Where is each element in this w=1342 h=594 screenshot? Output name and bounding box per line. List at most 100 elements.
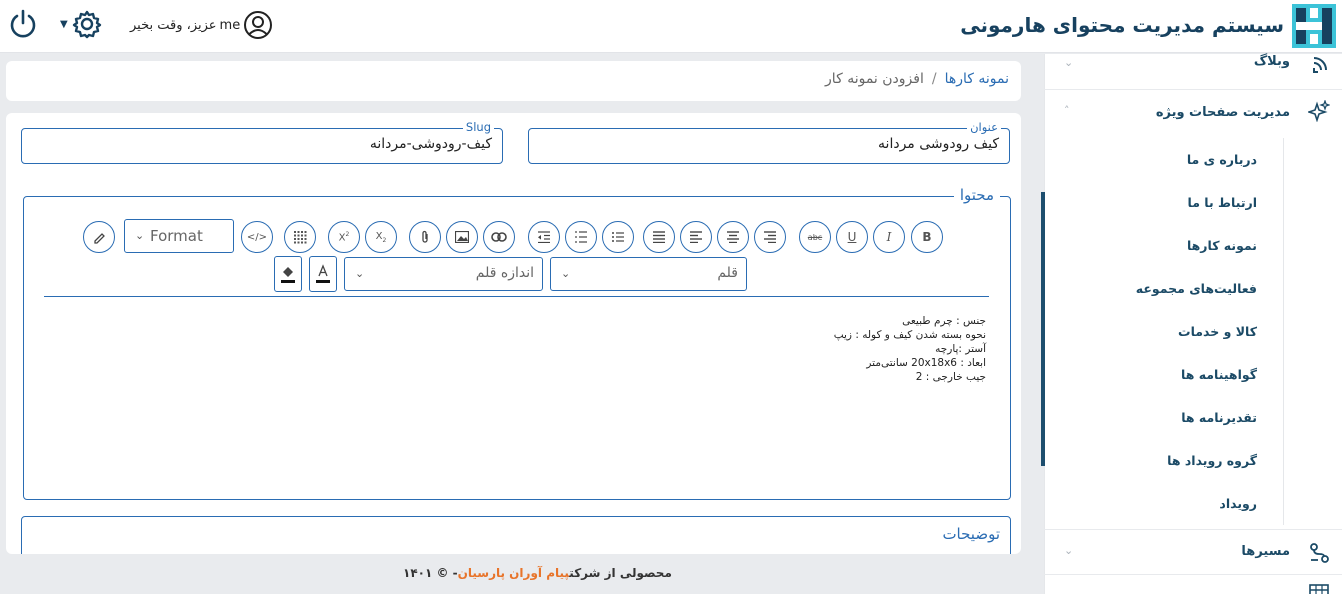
sidebar-subitem-event[interactable]: رویداد bbox=[1104, 482, 1283, 525]
sidebar-subitem-about[interactable]: درباره ی ما bbox=[1104, 138, 1283, 181]
align-center-icon bbox=[727, 231, 739, 243]
font-size-select-value: اندازه قلم bbox=[475, 265, 534, 281]
align-right-button[interactable] bbox=[754, 221, 786, 253]
editor-line: نحوه بسته شدن کیف و کوله : زیپ bbox=[833, 329, 986, 341]
format-select-value: Format bbox=[150, 227, 203, 245]
editor-line: ابعاد : 20x18x6 سانتی‌متر bbox=[866, 357, 986, 369]
editor-divider bbox=[44, 296, 989, 297]
editor-line: جنس : چرم طبیعی bbox=[902, 315, 986, 327]
title-label: عنوان bbox=[967, 120, 1001, 134]
editor-content-area[interactable]: جنس : چرم طبیعی نحوه بسته شدن کیف و کوله… bbox=[834, 314, 986, 384]
source-code-button[interactable]: </> bbox=[241, 221, 273, 253]
editor-line: آستر :پارچه bbox=[935, 343, 986, 355]
strikethrough-icon: abc bbox=[807, 232, 823, 242]
breadcrumb-card: نمونه کارها / افزودن نمونه کار bbox=[6, 61, 1021, 101]
chevron-down-icon: ⌄ bbox=[561, 267, 571, 280]
sidebar-item-label: وبلاگ bbox=[1253, 54, 1290, 69]
sidebar-subitem-contact[interactable]: ارتباط با ما bbox=[1104, 181, 1283, 224]
align-justify-icon bbox=[653, 231, 665, 243]
chevron-down-icon: ⌄ bbox=[355, 267, 365, 280]
user-avatar-icon bbox=[244, 11, 273, 39]
superscript-button[interactable]: X2 bbox=[328, 221, 360, 253]
chevron-down-icon: ⌄ bbox=[135, 229, 145, 242]
footer-text: محصولی از شرکتپیام آوران پارسیان- © ۱۴۰۱ bbox=[403, 566, 672, 580]
grid-icon bbox=[1309, 584, 1329, 594]
underline-button[interactable]: U bbox=[836, 221, 868, 253]
gear-icon bbox=[72, 10, 101, 39]
font-size-select[interactable]: اندازه قلم ⌄ bbox=[344, 257, 543, 291]
eraser-icon bbox=[94, 233, 105, 244]
align-right-icon bbox=[764, 231, 776, 243]
background-color-button[interactable] bbox=[274, 256, 302, 292]
form-card: عنوان کیف رودوشی مردانه Slug کیف-رودوشی-… bbox=[6, 113, 1021, 554]
format-select[interactable]: ⌄ Format bbox=[124, 219, 234, 253]
special-pages-submenu: درباره ی ما ارتباط با ما نمونه کارها فعا… bbox=[1104, 138, 1284, 525]
link-button[interactable] bbox=[483, 221, 515, 253]
superscript-icon: X2 bbox=[338, 230, 350, 244]
table-icon bbox=[294, 231, 307, 244]
sparkles-icon bbox=[1308, 100, 1330, 122]
subscript-icon: X2 bbox=[375, 230, 387, 244]
bullet-list-icon bbox=[612, 232, 624, 242]
clear-format-button[interactable] bbox=[83, 221, 115, 253]
image-icon bbox=[455, 231, 469, 243]
editor-line: جیب خارجی : 2 bbox=[915, 371, 986, 383]
sidebar-item-special-pages[interactable]: مدیریت صفحات ویژه ˄ bbox=[1044, 90, 1342, 130]
footer-prefix: محصولی از شرکت bbox=[569, 566, 672, 580]
description-label: توضیحات bbox=[942, 525, 1000, 543]
sidebar-subitem-products[interactable]: کالا و خدمات bbox=[1104, 310, 1283, 353]
content-label: محتوا bbox=[953, 186, 1000, 204]
caret-down-icon: ▼ bbox=[60, 18, 68, 30]
chevron-down-icon: ⌄ bbox=[1064, 56, 1074, 69]
chevron-down-icon: ⌄ bbox=[1064, 544, 1074, 557]
numbered-list-button[interactable] bbox=[565, 221, 597, 253]
outdent-icon bbox=[538, 231, 550, 243]
align-center-button[interactable] bbox=[717, 221, 749, 253]
code-icon: </> bbox=[246, 231, 268, 243]
sidebar-subitem-certificates[interactable]: گواهینامه ها bbox=[1104, 353, 1283, 396]
table-button[interactable] bbox=[284, 221, 316, 253]
sidebar-subitem-portfolio[interactable]: نمونه کارها bbox=[1104, 224, 1283, 267]
align-left-button[interactable] bbox=[680, 221, 712, 253]
link-icon bbox=[491, 232, 507, 242]
underline-icon: U bbox=[847, 230, 857, 244]
paperclip-icon bbox=[422, 230, 428, 243]
sidebar-scrollbar[interactable] bbox=[1041, 192, 1045, 466]
title-input-value[interactable]: کیف رودوشی مردانه bbox=[878, 136, 999, 152]
app-title: سیستم مدیریت محتوای هارمونی bbox=[960, 13, 1284, 37]
italic-icon: I bbox=[886, 230, 892, 244]
sidebar-item-routes[interactable]: مسیرها ⌄ bbox=[1044, 529, 1342, 575]
sidebar-subitem-activities[interactable]: فعالیت‌های مجموعه bbox=[1104, 267, 1283, 310]
align-left-icon bbox=[690, 231, 702, 243]
user-menu[interactable]: عزیز، وقت بخیر me bbox=[130, 10, 273, 40]
slug-label: Slug bbox=[462, 120, 494, 134]
strikethrough-button[interactable]: abc bbox=[799, 221, 831, 253]
app-logo[interactable] bbox=[1292, 4, 1336, 48]
text-color-button[interactable] bbox=[309, 256, 337, 292]
image-button[interactable] bbox=[446, 221, 478, 253]
power-icon[interactable] bbox=[7, 8, 39, 40]
blog-icon bbox=[1313, 57, 1327, 73]
title-field[interactable]: عنوان کیف رودوشی مردانه bbox=[528, 120, 1010, 164]
footer-company-link[interactable]: پیام آوران پارسیان bbox=[458, 566, 570, 580]
sidebar-subitem-event-groups[interactable]: گروه رویداد ها bbox=[1104, 439, 1283, 482]
italic-button[interactable]: I bbox=[873, 221, 905, 253]
attachment-button[interactable] bbox=[409, 221, 441, 253]
breadcrumb-link-portfolio[interactable]: نمونه کارها bbox=[945, 71, 1009, 87]
bullet-list-button[interactable] bbox=[602, 221, 634, 253]
subscript-button[interactable]: X2 bbox=[365, 221, 397, 253]
align-justify-button[interactable] bbox=[643, 221, 675, 253]
font-family-select[interactable]: قلم ⌄ bbox=[550, 257, 747, 291]
settings-menu-button[interactable]: ▼ bbox=[60, 8, 108, 40]
outdent-button[interactable] bbox=[528, 221, 560, 253]
breadcrumb-separator: / bbox=[931, 71, 937, 87]
slug-field[interactable]: Slug کیف-رودوشی-مردانه bbox=[21, 120, 503, 164]
bold-icon: B bbox=[922, 230, 932, 244]
slug-input-value[interactable]: کیف-رودوشی-مردانه bbox=[370, 136, 492, 152]
description-field[interactable]: توضیحات bbox=[21, 516, 1011, 554]
sidebar-item-blog[interactable]: وبلاگ ⌄ bbox=[1044, 46, 1342, 90]
sidebar-item-label: مسیرها bbox=[1241, 544, 1290, 559]
sidebar-item-next[interactable] bbox=[1044, 575, 1342, 594]
sidebar-subitem-appreciations[interactable]: تقدیرنامه ها bbox=[1104, 396, 1283, 439]
bold-button[interactable]: B bbox=[911, 221, 943, 253]
